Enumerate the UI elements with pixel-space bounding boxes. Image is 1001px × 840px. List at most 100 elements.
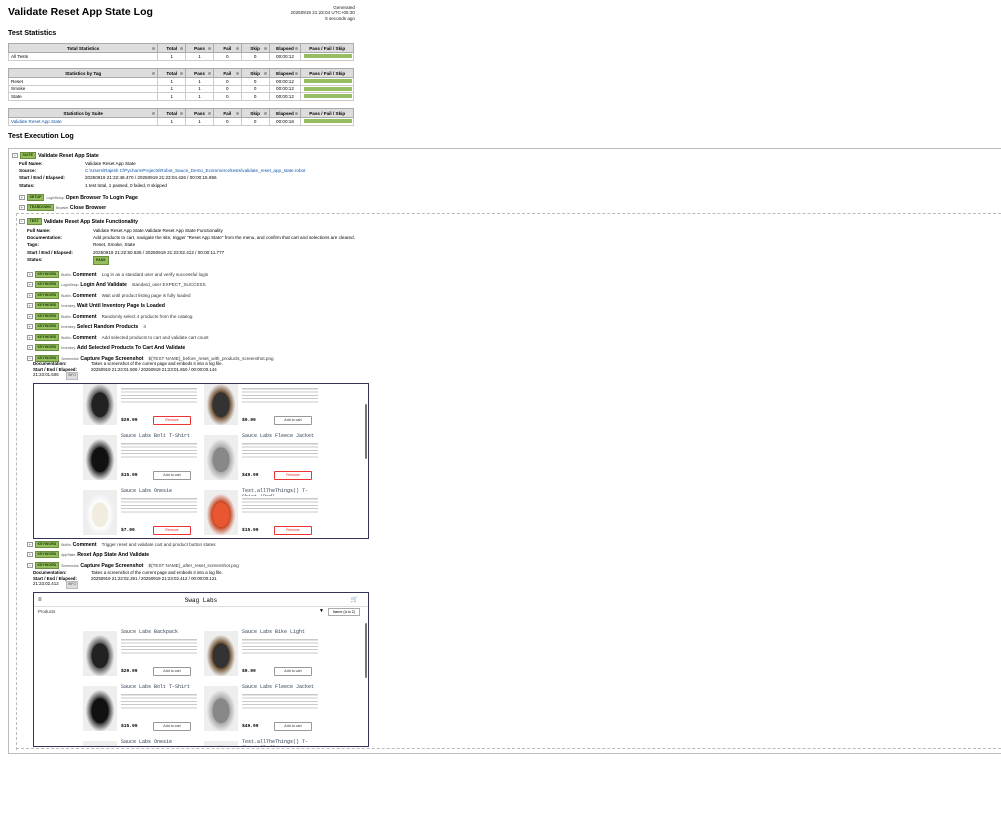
stat-header-col[interactable]: Pass / Fail / Skip (300, 68, 354, 78)
expand-icon[interactable]: + (27, 551, 33, 558)
keyword-row[interactable]: − KEYWORD Screenshot. Capture Page Screensh… (27, 562, 239, 569)
keyword-row[interactable]: + KEYWORD BuiltIn. Comment Log in as a stand… (27, 271, 208, 278)
expand-icon[interactable]: + (27, 271, 33, 278)
collapse-icon[interactable]: − (12, 152, 18, 159)
sort-icon[interactable] (180, 46, 184, 50)
keyword-name: Comment (72, 334, 97, 341)
keyword-args: ${TEST NAME}_after_reset_screenshot.png (148, 563, 239, 568)
expand-icon[interactable]: + (27, 292, 33, 299)
expand-icon[interactable]: + (27, 323, 33, 330)
expand-icon[interactable]: + (27, 344, 33, 351)
pass-fail-skip-bar (300, 84, 354, 93)
stat-header-col[interactable]: Pass (185, 68, 214, 78)
sort-icon[interactable] (152, 46, 156, 50)
sort-icon[interactable] (207, 111, 211, 115)
product-description (121, 441, 197, 458)
product-card: Sauce Labs Bolt T-Shirt $15.99 Add to cart (83, 433, 201, 488)
collapse-icon[interactable]: − (27, 355, 33, 362)
expand-icon[interactable]: + (27, 313, 33, 320)
stat-skip: 0 (240, 77, 270, 86)
collapse-icon[interactable]: − (19, 218, 25, 225)
sort-icon[interactable] (207, 71, 211, 75)
stat-header-col[interactable]: Total (157, 43, 187, 53)
generated-ago: 5 seconds ago (325, 15, 355, 21)
expand-icon[interactable]: + (19, 204, 25, 211)
keyword-owner: BuiltIn. (61, 314, 72, 319)
stat-header-col[interactable]: Total (157, 68, 187, 78)
product-name: Test.allTheThings() T-Shirt (Red) (242, 739, 309, 746)
expand-icon[interactable]: + (19, 194, 25, 201)
keyword-owner: AppState. (61, 552, 77, 557)
cart-button: Add to cart (153, 471, 191, 480)
expand-icon[interactable]: + (27, 541, 33, 548)
expand-icon[interactable]: + (27, 281, 33, 288)
status-badge: PASS (93, 255, 109, 266)
page-title: Validate Reset App State Log (8, 6, 153, 18)
stat-header-col[interactable]: Fail (212, 108, 242, 118)
sort-icon[interactable] (180, 111, 184, 115)
sort-icon[interactable] (235, 111, 239, 115)
product-image (83, 490, 117, 535)
product-price: $49.99 (242, 724, 259, 729)
screenshot2-meta: Documentation: Takes a screenshot of the … (33, 570, 223, 589)
keyword-row[interactable]: + KEYWORD BuiltIn. Comment Add selected prod… (27, 334, 209, 341)
stat-header-col[interactable]: Total (157, 108, 187, 118)
sort-icon[interactable] (295, 111, 299, 115)
keyword-row[interactable]: + KEYWORD LoginSetup. Login And Validate sta… (27, 281, 206, 288)
sort-icon[interactable] (263, 71, 267, 75)
suite-header[interactable]: − SUITE Validate Reset App State (12, 152, 99, 159)
stat-header-col[interactable]: Pass (185, 108, 214, 118)
sort-icon[interactable] (263, 46, 267, 50)
teardown-row[interactable]: + TEARDOWN Browser. Close Browser (19, 204, 106, 211)
suite-source-link[interactable]: C:\Users\Rajesh C\PycharmProjects\Robot_… (85, 168, 305, 173)
keyword-owner: Screenshot. (61, 356, 80, 361)
stat-header-col[interactable]: Fail (212, 43, 242, 53)
keyword-row[interactable]: + KEYWORD AppState. Reset App State And Val… (27, 551, 154, 558)
sort-icon[interactable] (295, 46, 299, 50)
product-name: Sauce Labs Bike Light (242, 629, 306, 635)
stat-header-col[interactable]: Skip (240, 43, 270, 53)
stat-header-col[interactable]: Elapsed (268, 68, 302, 78)
collapse-icon[interactable]: − (27, 562, 33, 569)
stat-header-col[interactable]: Skip (240, 108, 270, 118)
sort-icon[interactable] (207, 46, 211, 50)
stat-header-col[interactable]: Pass / Fail / Skip (300, 43, 354, 53)
sort-icon[interactable] (263, 111, 267, 115)
message-timestamp: 21:23:01.506 (33, 372, 59, 378)
table-row: Smoke 1 1 0 0 00:00:12 (7, 84, 354, 93)
suite-name: Validate Reset App State (38, 152, 99, 159)
test-times: 20250919 21:22:50.635 / 20250919 21:23:0… (93, 249, 225, 255)
sort-icon[interactable] (235, 46, 239, 50)
setup-row[interactable]: + SETUP LoginSetup. Open Browser To Logi… (19, 194, 138, 201)
sort-icon[interactable] (295, 71, 299, 75)
stat-header-col[interactable]: Fail (212, 68, 242, 78)
stat-header-col[interactable]: Pass (185, 43, 214, 53)
expand-icon[interactable]: + (27, 334, 33, 341)
stat-header-col[interactable]: Skip (240, 68, 270, 78)
keyword-owner: Inventory. (61, 324, 76, 329)
suite-full-name: Validate Reset App State (85, 161, 136, 166)
sort-icon[interactable] (180, 71, 184, 75)
sort-icon[interactable] (152, 71, 156, 75)
stat-header-col[interactable]: Pass / Fail / Skip (300, 108, 354, 118)
keyword-row[interactable]: + KEYWORD BuiltIn. Comment Randomly select 4… (27, 313, 192, 320)
product-description (242, 637, 318, 654)
stat-header-name[interactable]: Total Statistics (7, 43, 159, 53)
keyword-row[interactable]: + KEYWORD Inventory. Select Random Products… (27, 323, 146, 330)
keyword-row[interactable]: + KEYWORD BuiltIn. Comment Wait until produc… (27, 292, 191, 299)
stat-header-name[interactable]: Statistics by Tag (7, 68, 159, 78)
stat-header-col[interactable]: Elapsed (268, 108, 302, 118)
sort-icon[interactable] (235, 71, 239, 75)
stat-pass: 1 (185, 77, 214, 86)
stat-header-col[interactable]: Elapsed (268, 43, 302, 53)
keyword-row[interactable]: + KEYWORD BuiltIn. Comment Trigger reset and… (27, 541, 216, 548)
keyword-row[interactable]: + KEYWORD Inventory. Wait Until Inventory P… (27, 302, 170, 309)
keyword-name: Reset App State And Validate (77, 551, 150, 558)
expand-icon[interactable]: + (27, 302, 33, 309)
keyword-row[interactable]: + KEYWORD Inventory. Add Selected Products … (27, 344, 190, 351)
sort-icon[interactable] (152, 111, 156, 115)
suite-link[interactable]: Validate Reset App State (11, 119, 62, 124)
test-header[interactable]: − TEST Validate Reset App State Function… (19, 218, 138, 225)
stat-header-name[interactable]: Statistics by Suite (7, 108, 159, 118)
sort-select: Name (A to Z) (328, 608, 360, 616)
